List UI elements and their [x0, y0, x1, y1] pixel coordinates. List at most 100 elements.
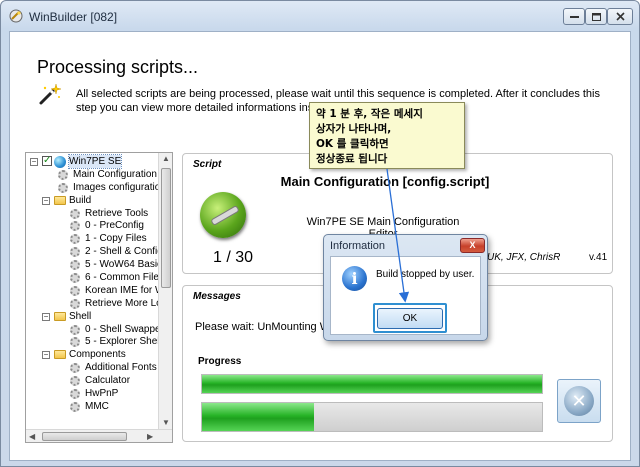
tree-vertical-scrollbar[interactable]: ▲ ▼ — [158, 153, 172, 430]
tree-item-label: 5 - Explorer Shell — [85, 336, 162, 348]
tree-item-label: Retrieve More Lo — [85, 297, 162, 309]
tree-item-label: Shell — [69, 310, 92, 322]
gear-icon — [70, 260, 80, 271]
tree-item-label: 6 - Common Files — [85, 272, 164, 284]
tree-item-label: Korean IME for W — [85, 284, 165, 296]
overall-progress-bar — [201, 374, 543, 394]
magic-wand-icon — [39, 83, 62, 105]
script-version: v.41 — [589, 252, 608, 263]
scroll-up-icon[interactable]: ▲ — [162, 154, 170, 163]
cancel-build-button[interactable]: ✕ — [557, 379, 601, 423]
script-author: UK, JFX, ChrisR — [487, 252, 561, 263]
tree-item-label: Win7PE SE — [67, 154, 123, 169]
gear-icon — [58, 169, 68, 180]
script-logo-icon — [200, 192, 246, 238]
messages-section-label: Messages — [193, 291, 241, 302]
gear-icon — [70, 298, 80, 309]
gear-icon — [70, 234, 80, 245]
tree-item[interactable]: 6 - Common Files — [26, 271, 164, 284]
close-icon — [615, 12, 625, 21]
tree-item-label: HwPnP — [85, 388, 119, 400]
page-title: Processing scripts... — [37, 57, 199, 77]
collapse-toggle-icon[interactable]: − — [30, 158, 38, 166]
title-bar[interactable]: WinBuilder [082] — [1, 1, 639, 31]
dialog-message: Build stopped by user. — [376, 269, 475, 280]
tree-item-label: 0 - PreConfig — [85, 220, 144, 232]
tree-item[interactable]: Images configuration — [26, 181, 166, 194]
tree-item[interactable]: 0 - Shell Swapper — [26, 323, 164, 336]
gear-icon — [70, 401, 80, 412]
cancel-x-icon: ✕ — [564, 386, 594, 416]
ok-button[interactable]: OK — [377, 308, 443, 329]
tree-item[interactable]: Main Configuration — [26, 168, 159, 181]
gear-icon — [70, 273, 80, 284]
app-icon — [9, 9, 23, 23]
gear-icon — [70, 324, 80, 335]
current-progress-bar — [201, 402, 543, 432]
tree-item[interactable]: − ✓ Win7PE SE — [26, 154, 159, 169]
tree-item[interactable]: Retrieve Tools — [26, 207, 159, 220]
tree-item-label: Build — [69, 194, 92, 206]
annotation-callout: 약 1 분 후, 작은 메세지 상자가 나타나며, OK 를 클릭하면 정상종료… — [309, 102, 465, 169]
tree-item-label: Images configuration — [73, 181, 166, 193]
gear-icon — [70, 376, 80, 387]
tree-item[interactable]: 5 - Explorer Shell — [26, 335, 162, 348]
tree-item[interactable]: Retrieve More Lo — [26, 297, 162, 310]
tree-item[interactable]: − Build — [26, 194, 159, 207]
dialog-title: Information — [330, 240, 386, 252]
tree-item-label: Main Configuration — [73, 168, 157, 180]
tree-item[interactable]: 0 - PreConfig — [26, 219, 159, 232]
tree-item-label: 0 - Shell Swapper — [85, 323, 164, 335]
collapse-toggle-icon[interactable]: − — [42, 196, 50, 205]
tree-item[interactable]: 1 - Copy Files — [26, 232, 159, 245]
script-section-label: Script — [193, 159, 222, 170]
scroll-down-icon[interactable]: ▼ — [162, 418, 170, 427]
tree-item[interactable]: Additional Fonts a — [26, 361, 165, 374]
tree-vertical-thumb[interactable] — [161, 168, 171, 288]
gear-icon — [70, 208, 80, 219]
tree-item[interactable]: − Shell — [26, 310, 159, 323]
gear-icon — [58, 182, 68, 193]
gear-icon — [70, 363, 80, 374]
close-button[interactable] — [607, 8, 633, 25]
maximize-button[interactable] — [585, 8, 607, 25]
folder-icon — [54, 350, 66, 360]
status-message: Please wait: UnMounting WI — [195, 321, 334, 333]
checkbox[interactable]: ✓ — [42, 156, 52, 166]
tree-item-label: 2 - Shell & Config — [85, 246, 163, 258]
tree-item[interactable]: Korean IME for W — [26, 284, 164, 297]
main-window: WinBuilder [082] Processing scripts... A… — [0, 0, 640, 467]
tree-item[interactable]: HwPnP — [26, 387, 159, 400]
folder-icon — [54, 195, 66, 205]
tree-item[interactable]: MMC — [26, 400, 159, 413]
tree-item[interactable]: − Components — [26, 348, 159, 361]
script-counter: 1 / 30 — [213, 249, 254, 266]
tree-rows: − ✓ Win7PE SE Main Configuration Images conf… — [26, 154, 166, 413]
dialog-body: i Build stopped by user. OK — [330, 256, 481, 335]
gear-icon — [70, 389, 80, 400]
tree-item-label: MMC — [85, 400, 109, 412]
tree-item-label: Additional Fonts a — [85, 362, 166, 374]
collapse-toggle-icon[interactable]: − — [42, 312, 50, 321]
tree-item[interactable]: Calculator — [26, 374, 159, 387]
script-name: Main Configuration [config.script] — [280, 174, 490, 189]
scroll-right-icon[interactable]: ▶ — [147, 432, 153, 441]
gear-icon — [70, 337, 80, 348]
gear-icon — [70, 247, 80, 258]
collapse-toggle-icon[interactable]: − — [42, 351, 50, 360]
tree-item-label: 1 - Copy Files — [85, 233, 147, 245]
window-title: WinBuilder [082] — [29, 10, 118, 24]
dialog-close-button[interactable]: X — [460, 238, 485, 253]
tree-item[interactable]: 2 - Shell & Config — [26, 245, 163, 258]
tree-item-label: Components — [69, 349, 126, 361]
minimize-button[interactable] — [563, 8, 585, 25]
progress-label: Progress — [198, 356, 242, 367]
globe-icon — [54, 156, 66, 168]
scroll-left-icon[interactable]: ◀ — [29, 432, 35, 441]
tree-horizontal-thumb[interactable] — [42, 432, 127, 441]
tree-item[interactable]: 5 - WoW64 Basic — [26, 258, 162, 271]
tree-horizontal-scrollbar[interactable]: ◀ ▶ — [26, 429, 172, 442]
script-tree[interactable]: − ✓ Win7PE SE Main Configuration Images conf… — [25, 152, 173, 443]
gear-icon — [70, 285, 80, 296]
tree-item-label: Calculator — [85, 375, 131, 387]
